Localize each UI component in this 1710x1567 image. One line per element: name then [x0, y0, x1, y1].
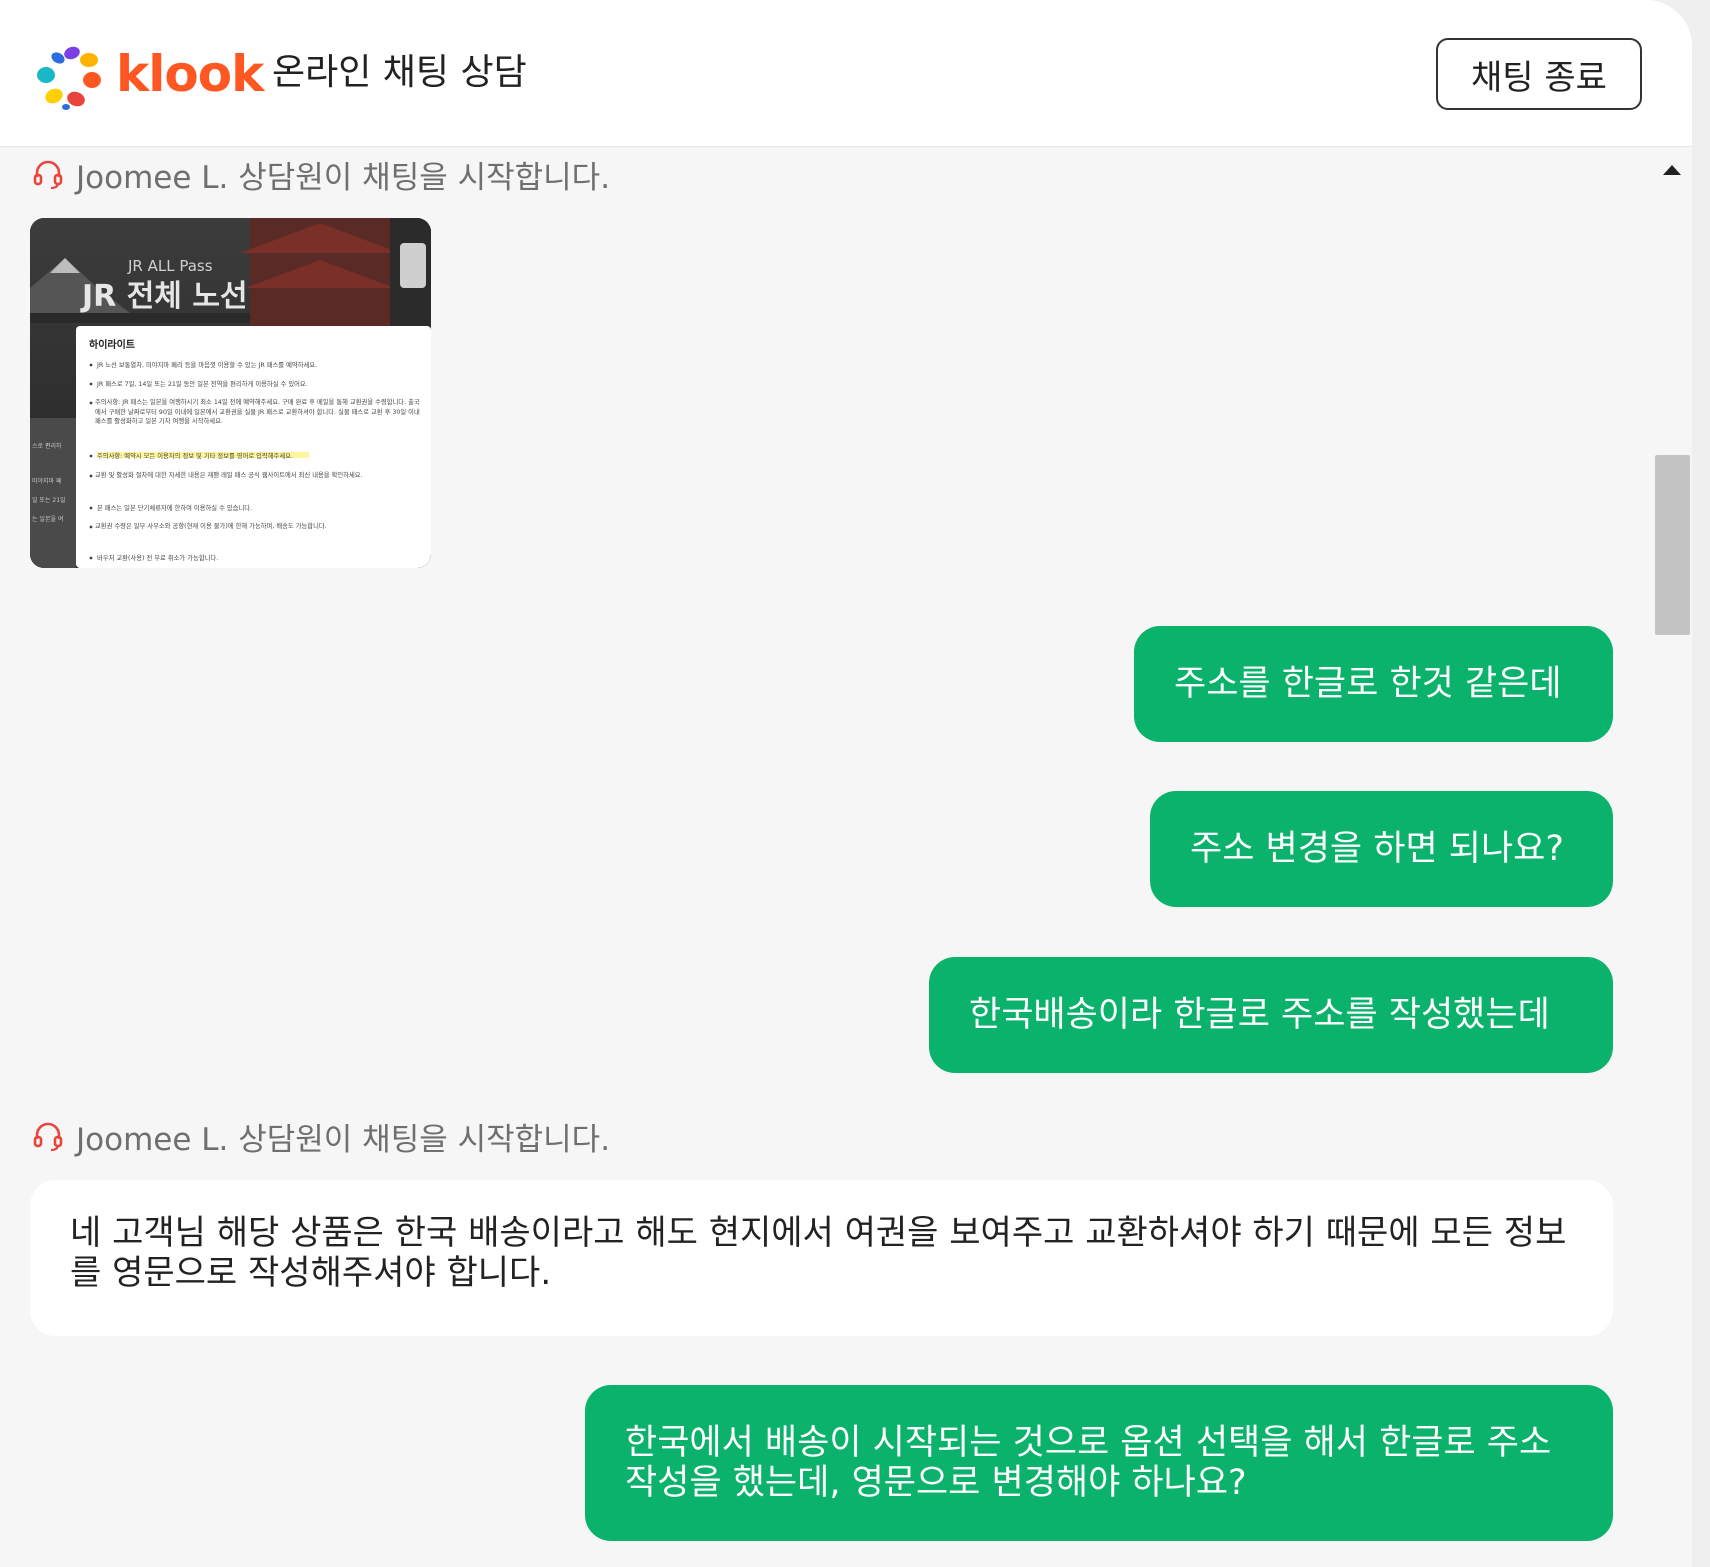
shared-image-content: JR ALL Pass JR 전체 노선 하이라이트 JR 노선 보통열차, 미… [30, 218, 431, 568]
chat-window: klook 온라인 채팅 상담 채팅 종료 Joomee L. 상담원이 채팅을… [0, 0, 1692, 1567]
user-message: 한국배송이라 한글로 주소를 작성했는데 [929, 957, 1613, 1073]
user-message: 주소 변경을 하면 되나요? [1150, 791, 1613, 907]
preview-bullet: 주의사항: JR 패스는 일본을 여행하시기 최소 14일 전에 예약해주세요.… [95, 399, 420, 425]
svg-text:는 일본을 여: 는 일본을 여 [32, 515, 63, 523]
scrollbar[interactable] [1652, 147, 1692, 1567]
user-message-text: 주소 변경을 하면 되나요? [1190, 829, 1564, 869]
preview-subtitle: JR ALL Pass [127, 257, 213, 275]
system-message-text: Joomee L. 상담원이 채팅을 시작합니다. [76, 159, 611, 196]
preview-section-title: 하이라이트 [89, 338, 135, 351]
headset-icon [33, 160, 63, 190]
preview-bullet: JR 패스로 7일, 14일 또는 21일 동안 일본 전역을 편리하게 이용하… [96, 379, 308, 388]
preview-bullet: 주의사항: 예약시 모든 이용자의 정보 및 기타 정보를 영어로 입력해주세요… [97, 451, 293, 460]
klook-logo-icon [37, 46, 101, 110]
user-message-text: 주소를 한글로 한것 같은데 [1174, 664, 1562, 704]
page-title: 온라인 채팅 상담 [272, 52, 527, 93]
preview-title: JR 전체 노선 [80, 279, 248, 314]
shared-image[interactable]: JR ALL Pass JR 전체 노선 하이라이트 JR 노선 보통열차, 미… [30, 218, 431, 568]
agent-message-text: 네 고객님 해당 상품은 한국 배송이라고 해도 현지에서 여권을 보여주고 교… [70, 1213, 1567, 1293]
preview-bullet: 본 패스는 일본 단기체류자에 한하여 이용하실 수 있습니다. [97, 503, 252, 512]
klook-logo-text: klook [116, 45, 264, 103]
svg-text:미야지마 페: 미야지마 페 [32, 477, 62, 485]
pass-card-shape [400, 243, 426, 288]
preview-bullet: 교환권 수령은 일부 사무소와 공항(현재 이용 불가)에 한해 가능하며, 배… [95, 523, 327, 530]
preview-bullet: JR 노선 보통열차, 미야지마 페리 등을 마음껏 이용할 수 있는 JR 패… [96, 360, 317, 369]
user-message: 주소를 한글로 한것 같은데 [1134, 626, 1613, 742]
agent-message: 네 고객님 해당 상품은 한국 배송이라고 해도 현지에서 여권을 보여주고 교… [30, 1180, 1613, 1336]
system-message: Joomee L. 상담원이 채팅을 시작합니다. [32, 152, 610, 196]
headset-icon [33, 1122, 63, 1152]
chat-header: klook 온라인 채팅 상담 채팅 종료 [0, 0, 1692, 147]
message-list[interactable]: Joomee L. 상담원이 채팅을 시작합니다. JR ALL Pass JR… [0, 147, 1650, 1567]
scroll-up-arrow-icon[interactable] [1663, 165, 1681, 175]
end-chat-button[interactable]: 채팅 종료 [1436, 38, 1642, 110]
user-message-text: 한국배송이라 한글로 주소를 작성했는데 [969, 995, 1550, 1035]
user-message: 한국에서 배송이 시작되는 것으로 옵션 선택을 해서 한글로 주소 작성을 했… [585, 1385, 1613, 1541]
system-message-text: Joomee L. 상담원이 채팅을 시작합니다. [76, 1121, 611, 1158]
svg-text:일 또는 21일: 일 또는 21일 [32, 496, 66, 504]
user-message-text: 한국에서 배송이 시작되는 것으로 옵션 선택을 해서 한글로 주소 작성을 했… [625, 1423, 1552, 1503]
preview-bullet: 교환 및 활성화 절차에 대한 자세한 내용은 재팬 레일 패스 공식 웹사이트… [95, 472, 363, 479]
scrollbar-thumb[interactable] [1655, 455, 1690, 635]
system-message: Joomee L. 상담원이 채팅을 시작합니다. [32, 1114, 610, 1158]
svg-text:스로 편리하: 스로 편리하 [32, 442, 62, 450]
preview-bullet: 바우처 교환(사용) 전 무료 취소가 가능합니다. [97, 553, 218, 562]
